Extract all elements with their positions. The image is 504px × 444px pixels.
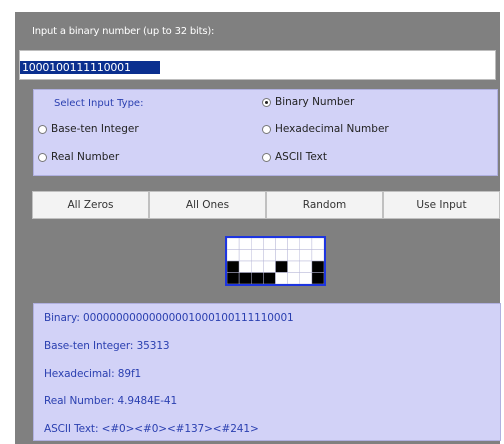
bit-cell[interactable] — [311, 238, 324, 250]
bit-grid[interactable] — [225, 236, 326, 286]
all-ones-button[interactable]: All Ones — [149, 191, 266, 219]
bit-cell[interactable] — [263, 249, 276, 262]
radio-checked-icon — [262, 97, 271, 107]
radio-unchecked-icon — [262, 152, 271, 162]
bit-cell[interactable] — [238, 260, 252, 273]
bit-cell[interactable] — [299, 249, 313, 262]
random-button[interactable]: Random — [266, 191, 383, 219]
input-type-box: Select Input Type: Binary Number Base-te… — [33, 89, 498, 176]
bit-cell[interactable] — [311, 249, 324, 262]
all-zeros-button[interactable]: All Zeros — [32, 191, 149, 219]
bit-cell[interactable] — [227, 238, 240, 250]
result-real: Real Number: 4.9484E-41 — [44, 395, 178, 407]
bit-cell[interactable] — [227, 260, 240, 273]
bit-cell[interactable] — [299, 238, 313, 250]
radio-unchecked-icon — [262, 124, 271, 134]
bit-cell[interactable] — [238, 272, 252, 285]
bit-cell[interactable] — [275, 260, 288, 273]
bit-cell[interactable] — [251, 260, 264, 273]
bit-cell[interactable] — [311, 260, 324, 273]
result-binary: Binary: 00000000000000001000100111110001 — [44, 312, 294, 324]
action-buttons: All Zeros All Ones Random Use Input — [32, 191, 500, 219]
bit-cell[interactable] — [251, 272, 264, 285]
input-type-label: Select Input Type: — [54, 98, 144, 109]
radio-base-ten-integer-label: Base-ten Integer — [51, 123, 139, 135]
bit-cell[interactable] — [251, 249, 264, 262]
bit-cell[interactable] — [227, 272, 240, 285]
bit-cell[interactable] — [299, 260, 313, 273]
result-hex: Hexadecimal: 89f1 — [44, 368, 142, 380]
radio-base-ten-integer[interactable]: Base-ten Integer — [38, 123, 139, 135]
bit-cell[interactable] — [263, 238, 276, 250]
bit-cell[interactable] — [251, 238, 264, 250]
bit-cell[interactable] — [287, 238, 300, 250]
bit-cell[interactable] — [275, 238, 288, 250]
radio-ascii-text[interactable]: ASCII Text — [262, 151, 327, 163]
bit-cell[interactable] — [238, 238, 252, 250]
radio-hexadecimal-number[interactable]: Hexadecimal Number — [262, 123, 389, 135]
radio-real-number-label: Real Number — [51, 151, 120, 163]
radio-unchecked-icon — [38, 152, 47, 162]
bit-cell[interactable] — [275, 272, 288, 285]
radio-hexadecimal-number-label: Hexadecimal Number — [275, 123, 389, 135]
bit-cell[interactable] — [263, 260, 276, 273]
bit-cell[interactable] — [311, 272, 324, 285]
results-box: Binary: 00000000000000001000100111110001… — [33, 303, 501, 441]
result-ascii: ASCII Text: <#0><#0><#137><#241> — [44, 423, 259, 435]
radio-unchecked-icon — [38, 124, 47, 134]
bit-cell[interactable] — [227, 249, 240, 262]
input-prompt: Input a binary number (up to 32 bits): — [32, 26, 215, 37]
radio-ascii-text-label: ASCII Text — [275, 151, 327, 163]
result-base-ten: Base-ten Integer: 35313 — [44, 340, 170, 352]
bit-cell[interactable] — [287, 260, 300, 273]
binary-input-text: 1000100111110001 — [22, 61, 131, 74]
use-input-button[interactable]: Use Input — [383, 191, 500, 219]
radio-binary-number[interactable]: Binary Number — [262, 96, 354, 108]
converter-panel: Input a binary number (up to 32 bits): 1… — [15, 12, 501, 444]
bit-cell[interactable] — [238, 249, 252, 262]
bit-cell[interactable] — [287, 249, 300, 262]
radio-real-number[interactable]: Real Number — [38, 151, 119, 163]
radio-binary-number-label: Binary Number — [275, 96, 355, 108]
bit-cell[interactable] — [299, 272, 313, 285]
bit-cell[interactable] — [275, 249, 288, 262]
bit-cell[interactable] — [263, 272, 276, 285]
bit-cell[interactable] — [287, 272, 300, 285]
